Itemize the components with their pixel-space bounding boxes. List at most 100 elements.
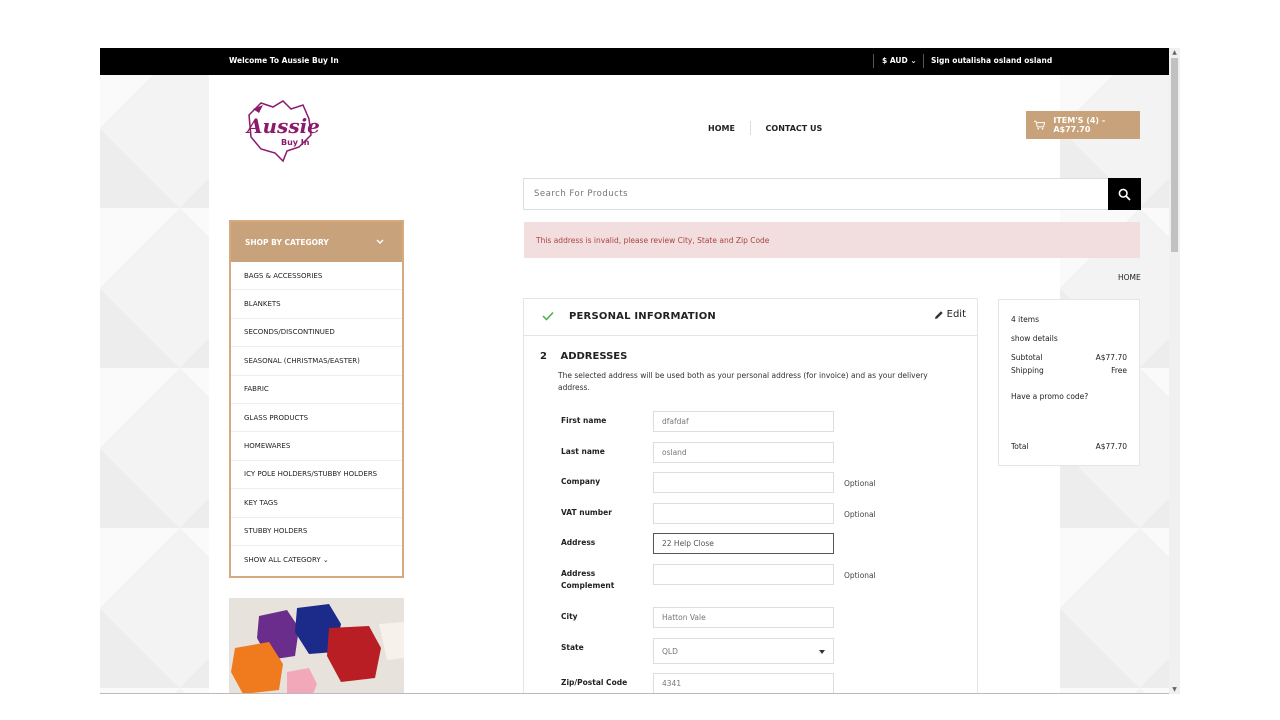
company-optional: Optional bbox=[844, 479, 876, 488]
vat-label: VAT number bbox=[561, 508, 612, 517]
promo-code-link[interactable]: Have a promo code? bbox=[1011, 392, 1088, 401]
vat-optional: Optional bbox=[844, 510, 876, 519]
category-item-stubby[interactable]: STUBBY HOLDERS bbox=[231, 518, 402, 546]
scroll-up-icon[interactable]: ▲ bbox=[1171, 49, 1178, 56]
order-summary: 4 items show details Subtotal A$77.70 Sh… bbox=[998, 299, 1140, 466]
category-header-label: SHOP BY CATEGORY bbox=[245, 237, 329, 247]
check-icon bbox=[542, 311, 554, 321]
company-field[interactable] bbox=[653, 472, 834, 493]
step-title: ADDRESSES bbox=[560, 351, 628, 362]
category-item-glass[interactable]: GLASS PRODUCTS bbox=[231, 404, 402, 433]
step-title: PERSONAL INFORMATION bbox=[569, 311, 716, 322]
shipping-label: Shipping bbox=[1011, 366, 1044, 375]
window-bottom-border bbox=[100, 693, 1169, 694]
checkout-form: PERSONAL INFORMATION Edit 2 ADDRESSES Th… bbox=[523, 298, 978, 694]
address-error-alert: This address is invalid, please review C… bbox=[524, 222, 1140, 258]
state-value: QLD bbox=[662, 646, 678, 656]
category-item-blankets[interactable]: BLANKETS bbox=[231, 290, 402, 319]
step-number: 2 bbox=[540, 351, 547, 362]
address-field[interactable]: 22 Help Close bbox=[653, 533, 834, 554]
state-label: State bbox=[561, 643, 584, 652]
zip-field[interactable]: 4341 bbox=[653, 673, 834, 694]
category-panel: SHOP BY CATEGORY BAGS & ACCESSORIES BLAN… bbox=[229, 220, 404, 578]
edit-button[interactable]: Edit bbox=[934, 309, 966, 320]
scrollbar-thumb[interactable] bbox=[1171, 58, 1178, 252]
address-label: Address bbox=[561, 538, 596, 547]
shipping-row: Shipping Free bbox=[1011, 366, 1127, 375]
category-item-homewares[interactable]: HOMEWARES bbox=[231, 432, 402, 461]
cart-button[interactable]: ITEM'S (4) - A$77.70 bbox=[1026, 111, 1140, 139]
chevron-down-icon: ⌄ bbox=[322, 556, 329, 565]
scroll-down-icon[interactable]: ▼ bbox=[1171, 686, 1178, 693]
category-header[interactable]: SHOP BY CATEGORY bbox=[231, 222, 402, 262]
subtotal-row: Subtotal A$77.70 bbox=[1011, 353, 1127, 362]
search-button[interactable] bbox=[1108, 178, 1141, 210]
browser-viewport: Welcome To Aussie Buy In $ AUD ⌄ Sign ou… bbox=[100, 48, 1180, 694]
nav-contact[interactable]: CONTACT US bbox=[766, 124, 823, 133]
state-select[interactable]: QLD bbox=[653, 638, 834, 664]
stubby-holders-image bbox=[229, 598, 404, 694]
total-value: A$77.70 bbox=[1095, 442, 1127, 451]
company-label: Company bbox=[561, 477, 601, 486]
nav-divider bbox=[749, 121, 751, 135]
category-item-fabric[interactable]: FABRIC bbox=[231, 376, 402, 404]
promo-image[interactable] bbox=[229, 598, 404, 694]
welcome-text: Welcome To Aussie Buy In bbox=[229, 56, 339, 65]
chevron-down-icon bbox=[376, 239, 384, 244]
top-bar: Welcome To Aussie Buy In $ AUD ⌄ Sign ou… bbox=[100, 48, 1169, 75]
breadcrumb-home[interactable]: HOME bbox=[1118, 273, 1141, 282]
addresses-step-header: 2 ADDRESSES bbox=[540, 351, 627, 362]
svg-text:Aussie: Aussie bbox=[245, 114, 319, 138]
personal-info-step: PERSONAL INFORMATION Edit bbox=[524, 299, 977, 336]
first-name-field[interactable]: dfafdaf bbox=[653, 411, 834, 432]
total-row: Total A$77.70 bbox=[1011, 442, 1127, 451]
search-bar bbox=[523, 178, 1141, 210]
summary-items-row: 4 items bbox=[1011, 315, 1127, 324]
show-details-link[interactable]: show details bbox=[1011, 334, 1058, 343]
divider bbox=[873, 54, 874, 68]
nav-home[interactable]: HOME bbox=[708, 124, 735, 133]
site-logo[interactable]: Aussie Buy In bbox=[239, 95, 320, 165]
pencil-icon bbox=[934, 310, 943, 319]
last-name-label: Last name bbox=[561, 447, 605, 456]
cart-label: ITEM'S (4) - A$77.70 bbox=[1053, 116, 1106, 134]
category-item-key-tags[interactable]: KEY TAGS bbox=[231, 489, 402, 518]
cart-icon bbox=[1034, 120, 1046, 130]
last-name-field[interactable]: osland bbox=[653, 442, 834, 463]
city-label: City bbox=[561, 612, 578, 621]
shipping-value: Free bbox=[1111, 366, 1127, 375]
city-field[interactable]: Hatton Vale bbox=[653, 607, 834, 628]
total-label: Total bbox=[1011, 442, 1029, 451]
addresses-description: The selected address will be used both a… bbox=[558, 371, 928, 392]
summary-details-row: show details bbox=[1011, 334, 1127, 343]
promo-row: Have a promo code? bbox=[1011, 392, 1127, 401]
page-container: Aussie Buy In HOME CONTACT US ITEM'S (4)… bbox=[209, 75, 1141, 694]
category-item-icy-pole[interactable]: ICY POLE HOLDERS/STUBBY HOLDERS bbox=[231, 461, 402, 490]
currency-label: $ AUD bbox=[882, 56, 908, 65]
category-item-seconds[interactable]: SECONDS/DISCONTINUED bbox=[231, 319, 402, 348]
search-icon bbox=[1118, 188, 1131, 201]
items-count: 4 items bbox=[1011, 315, 1040, 324]
vat-field[interactable] bbox=[653, 503, 834, 524]
scrollbar[interactable]: ▲ ▼ bbox=[1169, 48, 1180, 694]
caret-down-icon bbox=[819, 650, 825, 654]
category-item-bags[interactable]: BAGS & ACCESSORIES bbox=[231, 262, 402, 291]
category-item-seasonal[interactable]: SEASONAL (CHRISTMAS/EASTER) bbox=[231, 347, 402, 376]
edit-label: Edit bbox=[946, 309, 966, 320]
category-list: BAGS & ACCESSORIES BLANKETS SECONDS/DISC… bbox=[231, 262, 402, 574]
show-all-label: SHOW ALL CATEGORY bbox=[244, 556, 321, 565]
search-input[interactable] bbox=[524, 179, 1108, 209]
show-all-category[interactable]: SHOW ALL CATEGORY ⌄ bbox=[231, 546, 402, 574]
address-complement-optional: Optional bbox=[844, 571, 876, 580]
address-complement-label: Address Complement bbox=[561, 569, 615, 590]
currency-selector[interactable]: $ AUD ⌄ bbox=[882, 56, 917, 65]
logo-graphic: Aussie Buy In bbox=[245, 100, 320, 163]
chevron-down-icon: ⌄ bbox=[910, 56, 917, 65]
account-link[interactable]: alisha osland osland bbox=[966, 56, 1052, 65]
sign-out-link[interactable]: Sign out bbox=[931, 56, 966, 65]
svg-text:Buy In: Buy In bbox=[281, 138, 310, 147]
main-nav: HOME CONTACT US bbox=[708, 121, 822, 135]
subtotal-label: Subtotal bbox=[1011, 353, 1043, 362]
address-complement-field[interactable] bbox=[653, 564, 834, 585]
subtotal-value: A$77.70 bbox=[1095, 353, 1127, 362]
